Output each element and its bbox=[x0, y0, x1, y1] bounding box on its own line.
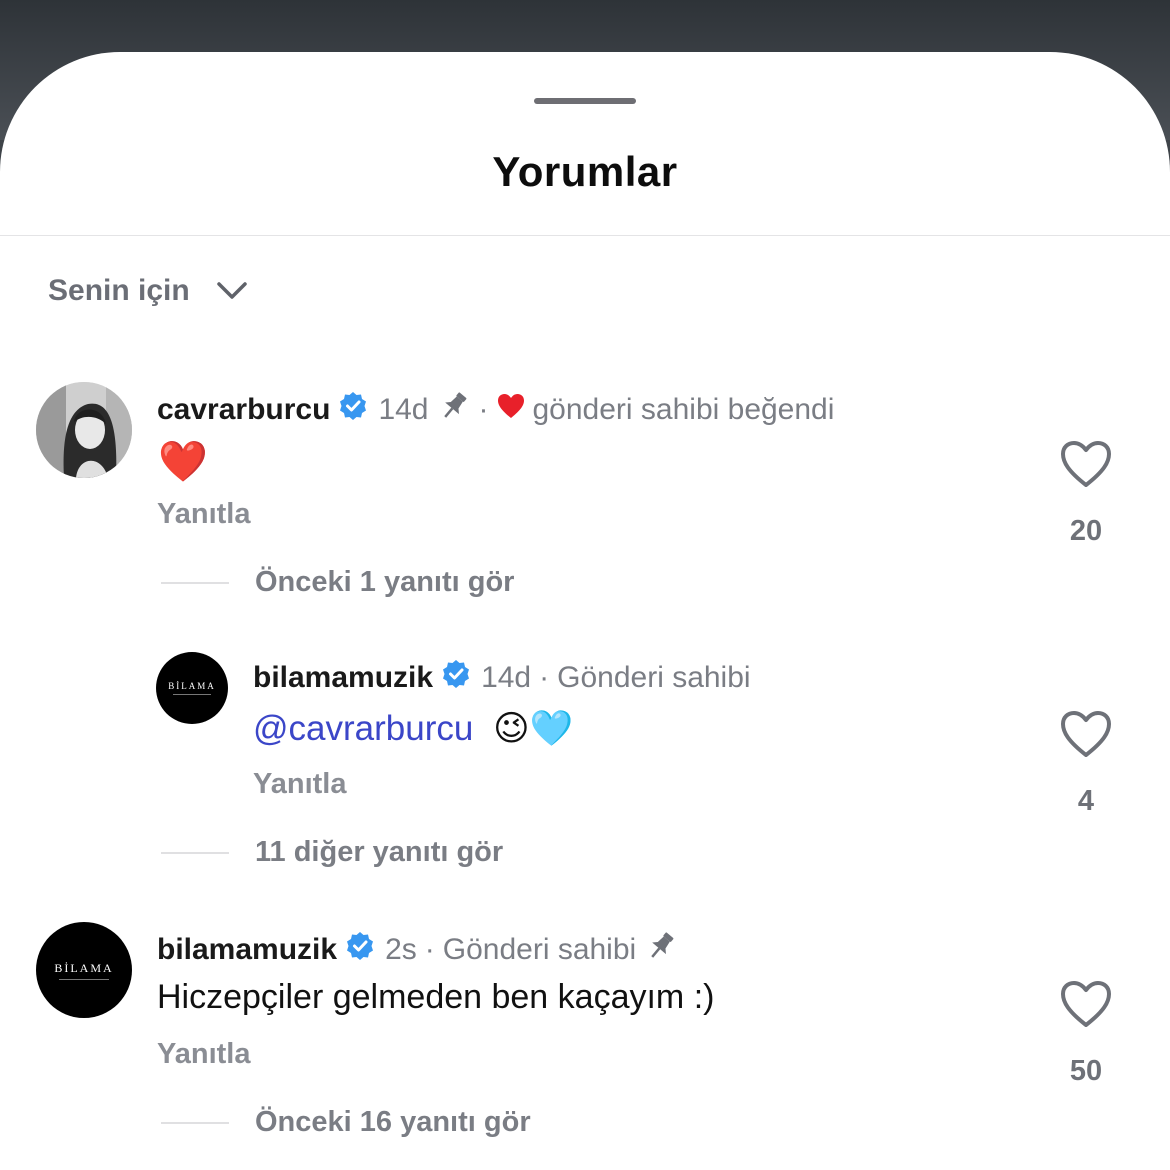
separator-dot: · bbox=[478, 393, 489, 426]
reply-button[interactable]: Yanıtla bbox=[157, 1038, 251, 1071]
comment-text: ❤️ bbox=[158, 440, 208, 484]
separator-dot: · bbox=[539, 661, 550, 694]
view-replies-button[interactable]: Önceki 1 yanıtı gör bbox=[161, 566, 514, 599]
creator-liked-text: gönderi sahibi beğendi bbox=[532, 393, 835, 426]
drag-handle[interactable] bbox=[534, 98, 636, 104]
like-count: 50 bbox=[1069, 1055, 1103, 1087]
avatar-logo-line bbox=[59, 978, 109, 980]
view-replies-label: Önceki 16 yanıtı gör bbox=[255, 1106, 531, 1138]
avatar[interactable]: BİLAMA bbox=[156, 652, 228, 724]
reply-button[interactable]: Yanıtla bbox=[157, 498, 251, 531]
avatar-logo-text: BİLAMA bbox=[54, 960, 114, 975]
separator-dot: · bbox=[424, 933, 435, 966]
creator-label: Gönderi sahibi bbox=[442, 933, 637, 966]
heart-outline-icon bbox=[1061, 441, 1111, 487]
heart-filled-icon bbox=[497, 393, 525, 427]
comment-meta: bilamamuzik 2s · Gönderi sahibi bbox=[157, 929, 678, 971]
heart-outline-icon bbox=[1061, 981, 1111, 1027]
verified-badge-icon bbox=[345, 931, 375, 969]
view-replies-label: Önceki 1 yanıtı gör bbox=[255, 566, 515, 598]
pin-icon bbox=[437, 389, 471, 431]
view-replies-button[interactable]: Önceki 16 yanıtı gör bbox=[161, 1106, 531, 1139]
replies-divider-line bbox=[161, 581, 229, 584]
username[interactable]: cavrarburcu bbox=[157, 393, 330, 427]
view-replies-button[interactable]: 11 diğer yanıtı gör bbox=[161, 836, 503, 869]
replies-divider-line bbox=[161, 851, 229, 854]
header-divider bbox=[0, 235, 1170, 236]
sort-label: Senin için bbox=[48, 274, 190, 307]
like-button[interactable]: 50 bbox=[1051, 980, 1121, 1088]
pin-icon bbox=[644, 929, 678, 971]
avatar-logo-line bbox=[173, 694, 211, 695]
heart-outline-icon bbox=[1061, 711, 1111, 757]
chevron-down-icon bbox=[216, 282, 247, 299]
username[interactable]: bilamamuzik bbox=[157, 933, 337, 967]
like-count: 20 bbox=[1069, 515, 1103, 547]
creator-label: Gönderi sahibi bbox=[557, 661, 751, 694]
avatar[interactable]: BİLAMA bbox=[36, 922, 132, 1018]
comment-meta: bilamamuzik 14d · Gönderi sahibi bbox=[253, 659, 751, 697]
profile-photo bbox=[36, 382, 132, 478]
avatar-logo-text: BİLAMA bbox=[168, 681, 216, 691]
sheet-title: Yorumlar bbox=[492, 148, 678, 195]
comment-emojis: 😉🩵 bbox=[493, 709, 574, 748]
username[interactable]: bilamamuzik bbox=[253, 661, 433, 695]
like-button[interactable]: 20 bbox=[1051, 440, 1121, 548]
verified-badge-icon bbox=[441, 659, 471, 697]
comments-sheet: Yorumlar Senin için cavrarburcu 14d · gö… bbox=[0, 52, 1170, 1170]
comment-meta: cavrarburcu 14d · gönderi sahibi beğendi bbox=[157, 389, 834, 431]
comment-time: 14d bbox=[378, 393, 429, 426]
comment-time: 14d bbox=[481, 661, 532, 694]
like-count: 4 bbox=[1077, 785, 1095, 817]
comment-time: 2s bbox=[385, 933, 417, 966]
reply-button[interactable]: Yanıtla bbox=[253, 768, 347, 801]
view-replies-label: 11 diğer yanıtı gör bbox=[255, 836, 504, 868]
sort-dropdown[interactable]: Senin için bbox=[48, 274, 248, 308]
comment-text: @cavrarburcu 😉🩵 bbox=[253, 708, 573, 749]
comment-text: Hiczepçiler gelmeden ben kaçayım :) bbox=[157, 978, 715, 1016]
mention-link[interactable]: @cavrarburcu bbox=[253, 709, 473, 748]
avatar[interactable] bbox=[36, 382, 132, 478]
verified-badge-icon bbox=[338, 391, 368, 429]
replies-divider-line bbox=[161, 1121, 229, 1124]
like-button[interactable]: 4 bbox=[1051, 710, 1121, 818]
